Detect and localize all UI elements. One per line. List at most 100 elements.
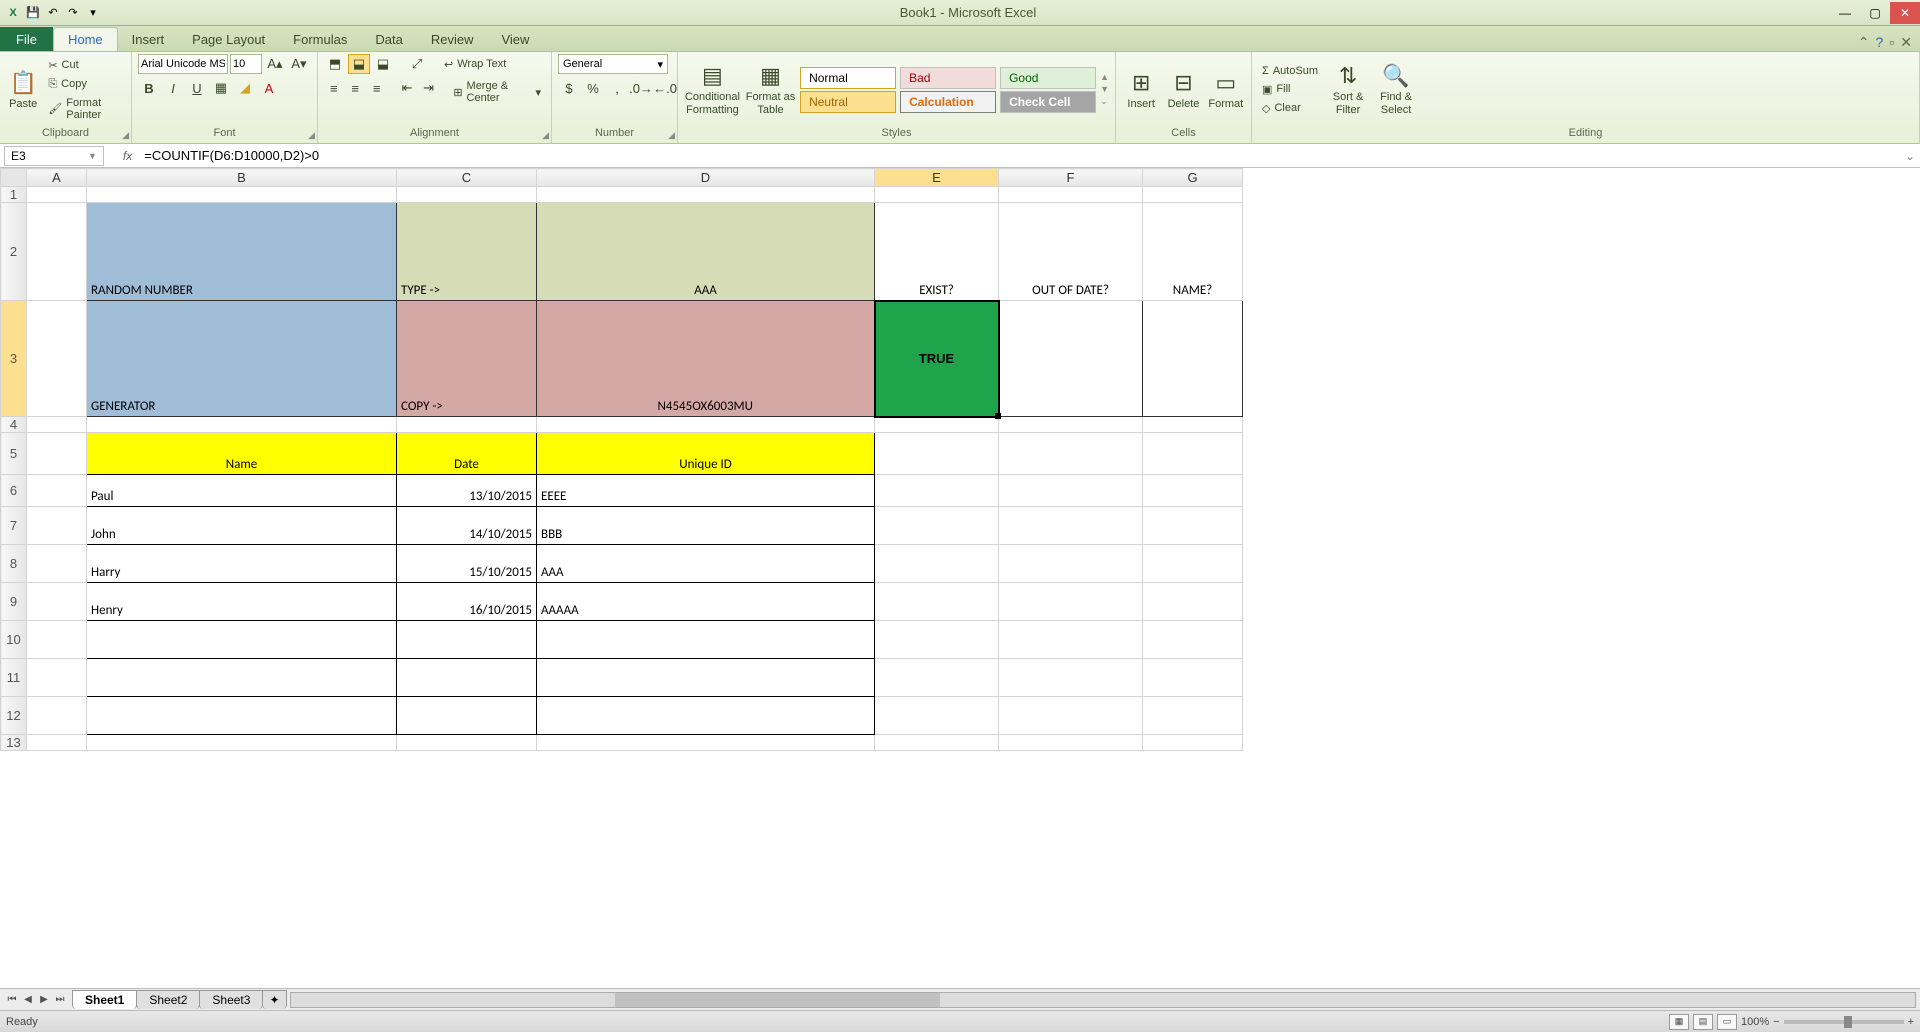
- merge-center-button[interactable]: ⊞Merge & Center▾: [449, 78, 545, 106]
- horizontal-scrollbar[interactable]: [290, 992, 1916, 1008]
- cell-D9[interactable]: AAAAA: [537, 583, 875, 621]
- increase-decimal-icon[interactable]: .0→: [630, 78, 652, 98]
- row-header-1[interactable]: 1: [1, 187, 27, 203]
- cell-D5[interactable]: Unique ID: [537, 433, 875, 475]
- cell-A8[interactable]: [27, 545, 87, 583]
- help-icon[interactable]: ?: [1876, 34, 1884, 51]
- cell-D2[interactable]: AAA: [537, 203, 875, 301]
- cell-G1[interactable]: [1143, 187, 1243, 203]
- cell-G5[interactable]: [1143, 433, 1243, 475]
- cell-D8[interactable]: AAA: [537, 545, 875, 583]
- delete-button[interactable]: ⊟Delete: [1164, 57, 1202, 123]
- sort-filter-button[interactable]: ⇅Sort & Filter: [1326, 57, 1370, 123]
- tab-file[interactable]: File: [0, 27, 53, 51]
- fill-button[interactable]: ▣Fill: [1258, 81, 1322, 98]
- view-page-layout-icon[interactable]: ▤: [1693, 1014, 1713, 1030]
- cell-B13[interactable]: [87, 735, 397, 751]
- row-header-2[interactable]: 2: [1, 203, 27, 301]
- cell-D10[interactable]: [537, 621, 875, 659]
- styles-more-icon[interactable]: ⌄: [1100, 96, 1109, 107]
- align-bottom-icon[interactable]: ⬓: [372, 54, 394, 74]
- cell-G10[interactable]: [1143, 621, 1243, 659]
- cell-F10[interactable]: [999, 621, 1143, 659]
- cell-F2[interactable]: OUT OF DATE?: [999, 203, 1143, 301]
- cell-C4[interactable]: [397, 417, 537, 433]
- tab-page-layout[interactable]: Page Layout: [178, 28, 279, 51]
- cell-A5[interactable]: [27, 433, 87, 475]
- restore-window-icon[interactable]: ▫: [1889, 34, 1894, 51]
- italic-button[interactable]: I: [162, 78, 184, 98]
- cell-E9[interactable]: [875, 583, 999, 621]
- view-normal-icon[interactable]: ▦: [1669, 1014, 1689, 1030]
- cell-F8[interactable]: [999, 545, 1143, 583]
- style-calculation[interactable]: Calculation: [900, 91, 996, 113]
- align-top-icon[interactable]: ⬒: [324, 54, 346, 74]
- cell-F11[interactable]: [999, 659, 1143, 697]
- cell-G3[interactable]: [1143, 301, 1243, 417]
- cut-button[interactable]: ✂Cut: [44, 57, 125, 74]
- cell-A1[interactable]: [27, 187, 87, 203]
- cell-E11[interactable]: [875, 659, 999, 697]
- cell-F4[interactable]: [999, 417, 1143, 433]
- formula-input[interactable]: [138, 146, 1900, 165]
- sheet-tab-3[interactable]: Sheet3: [199, 990, 263, 1009]
- cell-B9[interactable]: Henry: [87, 583, 397, 621]
- cell-D11[interactable]: [537, 659, 875, 697]
- cell-G7[interactable]: [1143, 507, 1243, 545]
- clipboard-launcher-icon[interactable]: ◢: [122, 130, 129, 141]
- font-name-select[interactable]: [138, 54, 228, 74]
- cell-A4[interactable]: [27, 417, 87, 433]
- cell-B1[interactable]: [87, 187, 397, 203]
- tab-view[interactable]: View: [487, 28, 543, 51]
- align-center-icon[interactable]: ≡: [345, 78, 364, 98]
- cell-B7[interactable]: John: [87, 507, 397, 545]
- row-header-4[interactable]: 4: [1, 417, 27, 433]
- cell-G13[interactable]: [1143, 735, 1243, 751]
- row-header-5[interactable]: 5: [1, 433, 27, 475]
- col-header-C[interactable]: C: [397, 169, 537, 187]
- row-header-9[interactable]: 9: [1, 583, 27, 621]
- cell-G12[interactable]: [1143, 697, 1243, 735]
- style-good[interactable]: Good: [1000, 67, 1096, 89]
- cell-E2[interactable]: EXIST?: [875, 203, 999, 301]
- style-neutral[interactable]: Neutral: [800, 91, 896, 113]
- decrease-font-icon[interactable]: A▾: [288, 54, 310, 74]
- name-box-dropdown-icon[interactable]: ▼: [88, 151, 97, 161]
- cell-F9[interactable]: [999, 583, 1143, 621]
- cell-A7[interactable]: [27, 507, 87, 545]
- tab-formulas[interactable]: Formulas: [279, 28, 361, 51]
- cell-D3[interactable]: N4545OX6003MU: [537, 301, 875, 417]
- col-header-E[interactable]: E: [875, 169, 999, 187]
- cell-C5[interactable]: Date: [397, 433, 537, 475]
- cell-E8[interactable]: [875, 545, 999, 583]
- cell-B4[interactable]: [87, 417, 397, 433]
- underline-button[interactable]: U: [186, 78, 208, 98]
- cell-E5[interactable]: [875, 433, 999, 475]
- cell-F12[interactable]: [999, 697, 1143, 735]
- cell-B11[interactable]: [87, 659, 397, 697]
- cell-D12[interactable]: [537, 697, 875, 735]
- number-launcher-icon[interactable]: ◢: [668, 130, 675, 141]
- cell-A10[interactable]: [27, 621, 87, 659]
- col-header-A[interactable]: A: [27, 169, 87, 187]
- zoom-level[interactable]: 100%: [1741, 1016, 1769, 1028]
- font-launcher-icon[interactable]: ◢: [308, 130, 315, 141]
- percent-icon[interactable]: %: [582, 78, 604, 98]
- conditional-formatting-button[interactable]: ▤ Conditional Formatting: [684, 57, 741, 123]
- cell-E13[interactable]: [875, 735, 999, 751]
- cell-A3[interactable]: [27, 301, 87, 417]
- undo-icon[interactable]: ↶: [44, 4, 62, 22]
- cell-D4[interactable]: [537, 417, 875, 433]
- zoom-out-icon[interactable]: −: [1773, 1016, 1779, 1028]
- cell-D1[interactable]: [537, 187, 875, 203]
- cell-C2[interactable]: TYPE ->: [397, 203, 537, 301]
- row-header-3[interactable]: 3: [1, 301, 27, 417]
- tab-home[interactable]: Home: [53, 27, 118, 51]
- increase-font-icon[interactable]: A▴: [264, 54, 286, 74]
- fill-color-button[interactable]: ◢: [234, 78, 256, 98]
- sheet-tab-2[interactable]: Sheet2: [136, 990, 200, 1009]
- cell-C12[interactable]: [397, 697, 537, 735]
- style-check-cell[interactable]: Check Cell: [1000, 91, 1096, 113]
- formula-expand-icon[interactable]: ⌄: [1900, 149, 1920, 163]
- cell-G6[interactable]: [1143, 475, 1243, 507]
